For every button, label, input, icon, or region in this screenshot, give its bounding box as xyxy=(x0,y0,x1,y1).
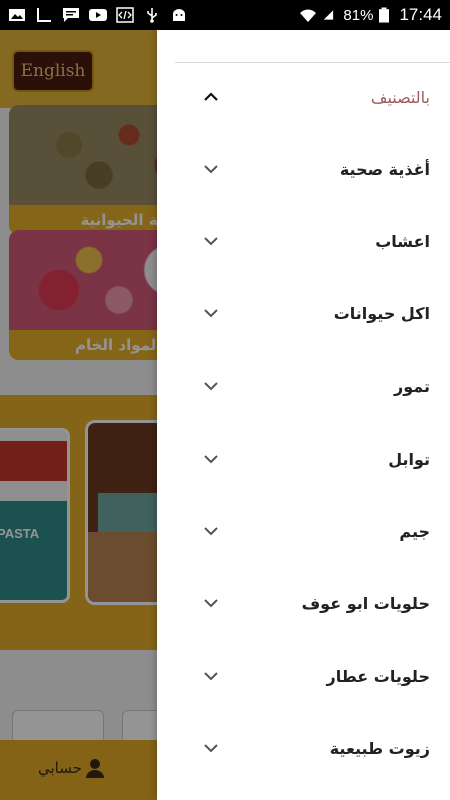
chevron-down-icon xyxy=(204,237,218,246)
menu-item-label: اعشاب xyxy=(375,231,430,251)
chevron-down-icon xyxy=(204,455,218,464)
menu-item-label: جيم xyxy=(399,521,430,541)
chevron-down-icon xyxy=(204,382,218,391)
category-header-label: بالتصنيف xyxy=(370,87,430,107)
image-icon xyxy=(9,9,25,21)
battery-icon xyxy=(379,7,390,23)
message-icon xyxy=(63,8,79,22)
chevron-up-icon xyxy=(204,92,218,101)
navigation-drawer: بالتصنيف أغذية صحية اعشاب اكل حيوانات تم… xyxy=(157,30,450,800)
category-header[interactable]: بالتصنيف xyxy=(157,72,450,122)
android-icon xyxy=(173,9,185,21)
menu-item[interactable]: اكل حيوانات xyxy=(157,288,450,338)
menu-item-label: اكل حيوانات xyxy=(333,303,430,323)
menu-item[interactable]: جيم xyxy=(157,506,450,556)
chevron-down-icon xyxy=(204,599,218,608)
menu-item-label: حلويات ابو عوف xyxy=(301,593,430,613)
menu-item[interactable]: أغذية صحية xyxy=(157,144,450,194)
menu-item[interactable]: حلويات عطار xyxy=(157,651,450,701)
menu-item[interactable]: زيوت طبيعية xyxy=(157,723,450,773)
chevron-down-icon xyxy=(204,744,218,753)
code-icon xyxy=(116,7,134,23)
menu-item[interactable]: حلويات ابو عوف xyxy=(157,578,450,628)
menu-item-label: توابل xyxy=(388,449,430,469)
bars-icon xyxy=(37,8,51,22)
chevron-down-icon xyxy=(204,165,218,174)
wifi-icon xyxy=(300,9,317,22)
drawer-divider xyxy=(175,62,450,63)
signal-icon xyxy=(324,10,334,20)
menu-item[interactable]: تمور xyxy=(157,361,450,411)
menu-item-label: حلويات عطار xyxy=(326,666,431,686)
battery-percent: 81% xyxy=(343,6,374,24)
menu-item-label: زيوت طبيعية xyxy=(329,738,430,758)
menu-item[interactable]: اعشاب xyxy=(157,216,450,266)
clock: 17:44 xyxy=(399,5,442,24)
usb-icon xyxy=(147,8,157,23)
chevron-down-icon xyxy=(204,309,218,318)
chevron-down-icon xyxy=(204,527,218,536)
menu-item-label: تمور xyxy=(394,376,430,396)
youtube-icon xyxy=(89,9,107,21)
menu-item-label: أغذية صحية xyxy=(339,159,430,179)
menu-item[interactable]: توابل xyxy=(157,434,450,484)
status-bar: 81% 17:44 xyxy=(0,0,450,30)
chevron-down-icon xyxy=(204,672,218,681)
